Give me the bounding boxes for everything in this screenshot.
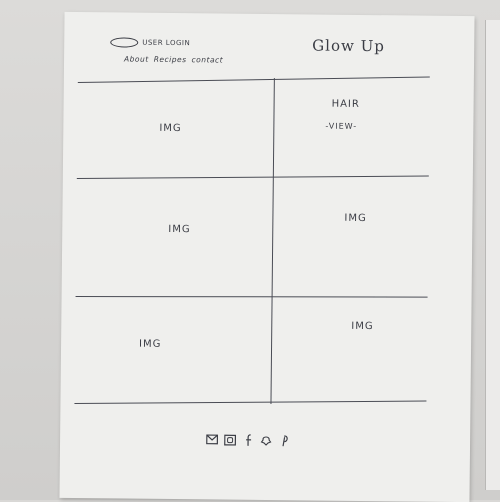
grid-vertical-divider bbox=[270, 78, 276, 405]
row-divider-2 bbox=[75, 295, 428, 298]
nav-link-contact[interactable]: contact bbox=[192, 55, 224, 64]
grid-image-3[interactable]: IMG bbox=[168, 224, 190, 235]
grid-image-4[interactable]: IMG bbox=[344, 213, 366, 224]
grid-hair-view-link[interactable]: -VIEW- bbox=[325, 122, 357, 131]
grid-hair-title: HAIR bbox=[331, 98, 360, 110]
user-avatar-oval bbox=[110, 37, 139, 48]
wireframe-page: USER LOGIN Glow Up About Recipes contact… bbox=[59, 11, 475, 502]
facebook-icon[interactable] bbox=[242, 433, 254, 446]
pinterest-icon[interactable] bbox=[278, 434, 290, 446]
instagram-icon[interactable] bbox=[224, 434, 237, 446]
nav-link-recipes[interactable]: Recipes bbox=[154, 55, 187, 64]
adjacent-paper-edge bbox=[485, 20, 500, 490]
main-nav: About Recipes contact bbox=[124, 54, 223, 64]
user-login-label: USER LOGIN bbox=[142, 38, 191, 48]
nav-link-about[interactable]: About bbox=[124, 54, 149, 63]
user-login[interactable]: USER LOGIN bbox=[110, 37, 190, 48]
social-icons bbox=[206, 433, 290, 446]
row-divider-1 bbox=[76, 175, 429, 180]
snapchat-icon[interactable] bbox=[260, 434, 272, 446]
site-logo[interactable]: Glow Up bbox=[312, 36, 385, 55]
grid-bottom-divider bbox=[74, 400, 427, 405]
grid-image-1[interactable]: IMG bbox=[159, 123, 181, 134]
grid-image-5[interactable]: IMG bbox=[139, 339, 161, 350]
header-divider bbox=[77, 76, 430, 84]
mail-icon[interactable] bbox=[206, 433, 219, 445]
grid-image-6[interactable]: IMG bbox=[351, 321, 373, 332]
